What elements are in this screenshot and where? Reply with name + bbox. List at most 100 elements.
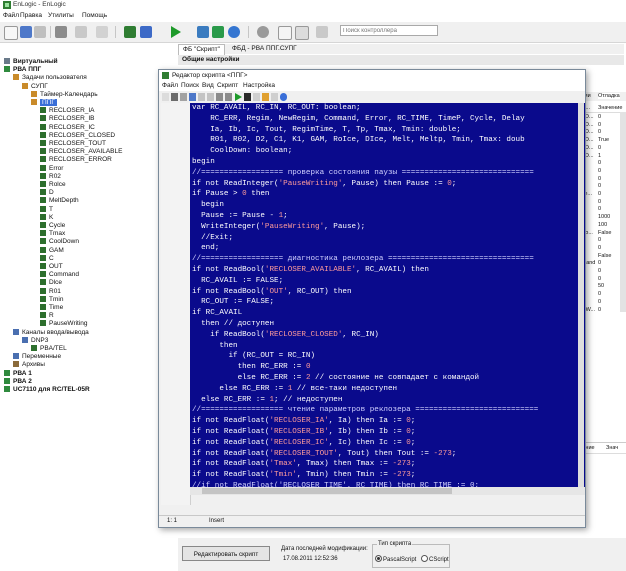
dialog-menu-settings[interactable]: Настройка — [243, 82, 275, 89]
dialog-menu-file[interactable]: Файл — [162, 82, 178, 89]
help-icon[interactable] — [280, 93, 287, 101]
find-icon[interactable] — [198, 93, 205, 101]
tree-item[interactable]: Rolce — [40, 181, 66, 189]
dialog-menu-view[interactable]: Вид — [202, 82, 214, 89]
tab-debug[interactable]: Отладка — [598, 93, 620, 99]
refresh-icon[interactable] — [228, 26, 240, 38]
tree-item[interactable]: Cycle — [40, 222, 65, 230]
tab-fbd[interactable]: ФБД - РВА ППГ.СУПГ — [228, 44, 301, 54]
code-token: if not ReadFloat( — [192, 428, 270, 436]
tree-item[interactable]: PauseWriting — [40, 320, 88, 328]
menu-file[interactable]: Файл — [3, 12, 19, 19]
compile-icon[interactable] — [216, 93, 223, 101]
save-icon[interactable] — [189, 93, 196, 101]
menu-edit[interactable]: Правка — [20, 12, 42, 19]
tree-item[interactable]: РВА ППГ — [4, 66, 41, 74]
step-icon[interactable] — [225, 93, 232, 101]
breakpoint-icon[interactable] — [262, 93, 269, 101]
tree-item[interactable]: UC7110 для RC/TEL-05R — [4, 386, 90, 394]
menu-help[interactable]: Помощь — [82, 12, 107, 19]
hscroll-thumb[interactable] — [202, 488, 452, 494]
tree-item[interactable]: RECLOSER_IA — [40, 107, 95, 115]
tree-item-label: Time — [49, 304, 64, 311]
gear-icon[interactable] — [257, 26, 269, 38]
tree-item[interactable]: СУПГ — [22, 82, 48, 91]
tree-item[interactable]: RECLOSER_AVAILABLE — [40, 148, 122, 156]
tree-item[interactable]: Виртуальный — [4, 58, 58, 66]
paste-icon[interactable] — [96, 26, 108, 38]
tree-item[interactable]: Tmax — [40, 230, 65, 238]
tree-item[interactable]: C — [40, 254, 54, 263]
tree-item[interactable]: DNP3 — [22, 336, 48, 345]
tree-item[interactable]: RECLOSER_ERROR — [40, 156, 112, 164]
tree-item[interactable]: R02 — [40, 172, 61, 181]
code-editor[interactable]: var RC_AVAIL, RC_IN, RC_OUT: boolean; RC… — [190, 103, 585, 487]
stop-icon[interactable] — [244, 93, 251, 101]
code-line: else RC_ERR := 1 // все-таки недоступен — [192, 384, 397, 395]
dialog-menu-script[interactable]: Скрипт — [217, 82, 238, 89]
menu-utilities[interactable]: Утилиты — [48, 12, 74, 19]
code-line: Pause := Pause - 1; — [192, 211, 288, 222]
tree-item[interactable]: RECLOSER_IB — [40, 115, 95, 123]
tree-item[interactable]: K — [40, 213, 53, 222]
new-icon[interactable] — [4, 26, 18, 40]
tree-item[interactable]: Задачи пользователя — [13, 74, 87, 82]
save-icon[interactable] — [20, 26, 32, 38]
open-icon[interactable] — [162, 93, 169, 101]
tree-item[interactable]: Архивы — [13, 361, 45, 369]
copy-icon[interactable] — [180, 93, 187, 101]
tree-item[interactable]: Error — [40, 164, 63, 173]
cut-icon[interactable] — [171, 93, 178, 101]
edit-script-button[interactable]: Редактировать скрипт — [182, 546, 270, 561]
run-icon[interactable] — [170, 26, 182, 38]
save-all-icon[interactable] — [34, 26, 46, 38]
tree-item[interactable]: R — [40, 312, 54, 320]
run-icon[interactable] — [235, 93, 242, 101]
tree-item[interactable]: T — [40, 205, 53, 214]
cut-icon[interactable] — [55, 26, 67, 38]
radio-pascalscript[interactable]: PascalScript — [375, 555, 416, 563]
tab-script-fb[interactable]: ФБ "Скрипт" — [178, 44, 225, 55]
tree-item[interactable]: РВА 2 — [4, 377, 32, 386]
document-icon[interactable] — [278, 26, 292, 40]
tree-item[interactable]: RECLOSER_CLOSED — [40, 131, 115, 140]
tree-item[interactable]: Таймер-Календарь — [31, 90, 98, 99]
dialog-menu-search[interactable]: Поиск — [181, 82, 199, 89]
connect-icon[interactable] — [197, 26, 209, 38]
tree-item[interactable]: Каналы ввода/вывода — [13, 328, 89, 337]
tree-node-icon — [13, 353, 19, 360]
controller-icon[interactable] — [316, 26, 328, 38]
editor-vscrollbar[interactable] — [578, 103, 584, 487]
tree-item[interactable]: MeltDepth — [40, 197, 79, 205]
radio-cscript[interactable]: CScript — [421, 555, 449, 563]
tree-item[interactable]: GAM — [40, 246, 64, 255]
replace-icon[interactable] — [207, 93, 214, 101]
window-icon[interactable] — [295, 26, 309, 40]
tree-item[interactable]: CoolDown — [40, 238, 79, 246]
tree-item[interactable]: Переменные — [13, 353, 61, 361]
tree-item[interactable]: R01 — [40, 287, 61, 296]
debug-var-value: 0 — [598, 175, 602, 182]
editor-hscrollbar[interactable] — [190, 487, 585, 495]
tree-item[interactable]: PBA/TEL — [31, 345, 67, 353]
tree-item[interactable]: D — [40, 189, 54, 197]
code-token: 'Tmin' — [269, 471, 297, 480]
evaluate-icon[interactable] — [271, 93, 278, 101]
tree-item[interactable]: Tmin — [40, 295, 63, 304]
tree-item[interactable]: ППГ — [31, 99, 57, 107]
download-icon[interactable] — [140, 26, 152, 38]
tree-item[interactable]: RECLOSER_TOUT — [40, 140, 106, 148]
tree-item[interactable]: Command — [40, 271, 79, 279]
list-icon[interactable] — [124, 26, 136, 38]
controller-search-input[interactable] — [340, 25, 438, 36]
tree-item[interactable]: Time — [40, 304, 63, 312]
copy-icon[interactable] — [75, 26, 87, 38]
tree-item[interactable]: Dlce — [40, 279, 62, 287]
tree-item[interactable]: РВА 1 — [4, 369, 32, 378]
online-icon[interactable] — [212, 26, 224, 38]
watch-icon[interactable] — [253, 93, 260, 101]
app-logo-icon — [3, 1, 11, 9]
code-token: //================== проверка состояния … — [192, 168, 534, 177]
tree-item[interactable]: RECLOSER_IC — [40, 123, 95, 132]
tree-item[interactable]: OUT — [40, 263, 63, 271]
